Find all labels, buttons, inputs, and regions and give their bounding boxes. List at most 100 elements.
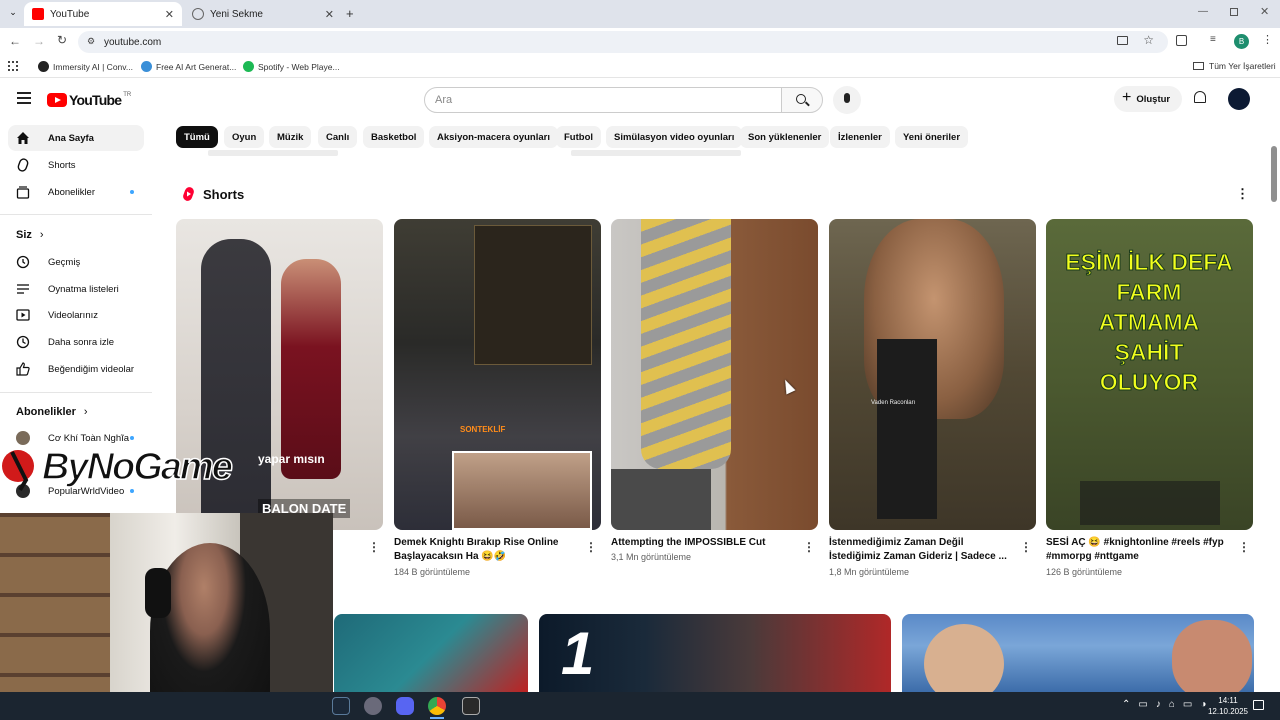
chip-gaming[interactable]: Oyun (224, 126, 265, 148)
new-tab-button[interactable]: + (346, 6, 354, 21)
hamburger-menu-icon[interactable] (17, 92, 31, 104)
video-thumbnail[interactable] (902, 614, 1254, 694)
chip-recently-uploaded[interactable]: Son yüklenenler (740, 126, 830, 148)
chip-watched[interactable]: İzlenenler (830, 126, 890, 148)
close-tab-icon[interactable]: ✕ (325, 8, 334, 21)
sidebar-item-home[interactable]: Ana Sayfa (8, 125, 144, 151)
chip-simulation[interactable]: Simülasyon video oyunları (606, 126, 743, 148)
youtube-favicon-icon (32, 8, 44, 20)
short-more-options-icon[interactable]: ⋮ (585, 540, 597, 554)
sidebar-section-you[interactable]: Siz › (16, 229, 44, 241)
page-scrollbar[interactable] (1271, 146, 1277, 202)
short-more-options-icon[interactable]: ⋮ (1238, 540, 1250, 554)
short-thumbnail[interactable]: Vaden Raconları (829, 219, 1036, 530)
youtube-logo[interactable]: YouTube TR (47, 92, 131, 108)
shorts-more-options-icon[interactable]: ⋮ (1236, 186, 1249, 202)
folder-icon (1193, 62, 1204, 70)
app-icon[interactable] (364, 697, 382, 715)
account-avatar[interactable] (1228, 88, 1250, 110)
install-app-icon[interactable] (1117, 36, 1128, 45)
sidebar-divider (0, 214, 152, 215)
history-icon (16, 255, 30, 269)
voice-search-button[interactable] (833, 86, 861, 114)
forward-icon[interactable]: → (33, 34, 45, 48)
address-bar[interactable]: ⚙ youtube.com ☆ (78, 31, 1168, 53)
sidebar-section-subscriptions[interactable]: Abonelikler › (16, 406, 88, 418)
short-thumbnail[interactable]: EŞİM İLK DEFA FARM ATMAMA ŞAHİT OLUYOR (1046, 219, 1253, 530)
search-input[interactable]: Ara (424, 87, 782, 113)
previous-row-meta (571, 150, 741, 156)
webcam-overlay (0, 513, 333, 720)
notifications-icon[interactable] (1253, 700, 1264, 710)
short-thumbnail[interactable]: SONTEKLİF (394, 219, 601, 530)
short-title[interactable]: İstenmediğimiz Zaman Değil İstediğimiz Z… (829, 536, 1009, 564)
tab-youtube[interactable]: YouTube ✕ (24, 2, 182, 26)
bookmark-star-icon[interactable]: ☆ (1143, 33, 1154, 47)
sidebar-item-history[interactable]: Geçmiş (8, 249, 144, 275)
search-button[interactable] (781, 87, 823, 113)
extensions-icon[interactable] (1176, 35, 1187, 46)
bynogame-brand-text: ByNoGame (41, 445, 233, 489)
close-tab-icon[interactable]: ✕ (165, 8, 174, 21)
steam-icon[interactable] (332, 697, 350, 715)
tab-label: YouTube (50, 8, 90, 20)
chip-new-to-you[interactable]: Yeni öneriler (895, 126, 969, 148)
short-title[interactable]: SESİ AÇ 😆 #knightonline #reels #fyp #mmo… (1046, 536, 1226, 564)
chip-live[interactable]: Canlı (318, 126, 358, 148)
discord-icon[interactable] (396, 697, 414, 715)
sidebar-item-subscriptions[interactable]: Abonelikler (8, 179, 144, 205)
watch-later-icon (16, 335, 30, 349)
sidebar-item-shorts[interactable]: Shorts (8, 152, 144, 178)
tab-new-tab[interactable]: Yeni Sekme ✕ (184, 2, 342, 26)
short-more-options-icon[interactable]: ⋮ (803, 540, 815, 554)
short-more-options-icon[interactable]: ⋮ (368, 540, 380, 554)
sidebar-item-your-videos[interactable]: Videolarınız (8, 302, 144, 328)
site-info-icon[interactable]: ⚙ (87, 36, 95, 47)
back-icon[interactable]: ← (9, 34, 21, 48)
reload-icon[interactable]: ↻ (57, 33, 67, 47)
browser-menu-icon[interactable]: ⋮ (1262, 33, 1273, 46)
short-overlay-text: Vaden Raconları (871, 400, 916, 406)
system-tray-icons[interactable]: ⌃▭♪⌂▭◑ (1122, 699, 1214, 710)
facecam-inset (452, 451, 592, 530)
minimize-window-button[interactable]: — (1198, 6, 1208, 17)
chip-all[interactable]: Tümü (176, 126, 218, 148)
thumbnail-number: 1 (561, 620, 595, 687)
chip-basketball[interactable]: Basketbol (363, 126, 425, 148)
browser-tab-bar: ⌄ YouTube ✕ Yeni Sekme ✕ + — ✕ (0, 0, 1280, 28)
video-thumbnail[interactable] (334, 614, 528, 694)
all-bookmarks[interactable]: Tüm Yer İşaretleri (1193, 61, 1276, 71)
chip-music[interactable]: Müzik (269, 126, 312, 148)
short-views: 3,1 Mn görüntüleme (611, 552, 692, 562)
app-icon[interactable] (462, 697, 480, 715)
ai-art-icon (141, 61, 152, 72)
drill-bit (641, 219, 731, 469)
create-button[interactable]: + Oluştur (1114, 86, 1182, 112)
sidebar-item-liked-videos[interactable]: Beğendiğim videolar (8, 356, 144, 382)
taskbar-clock[interactable]: 14:11 12.10.2025 (1208, 695, 1248, 717)
restore-window-button[interactable] (1230, 8, 1238, 16)
spotify-icon (243, 61, 254, 72)
short-more-options-icon[interactable]: ⋮ (1020, 540, 1032, 554)
short-title[interactable]: Attempting the IMPOSSIBLE Cut (611, 536, 791, 550)
notifications-bell-icon[interactable] (1194, 91, 1206, 103)
close-window-button[interactable]: ✕ (1260, 5, 1269, 18)
media-controls-icon[interactable]: ≡ (1210, 34, 1216, 45)
bookmark-spotify[interactable]: Spotify - Web Playe... (243, 61, 340, 72)
short-thumbnail[interactable] (611, 219, 818, 530)
clock-time: 14:11 (1218, 696, 1238, 705)
chip-football[interactable]: Futbol (556, 126, 602, 148)
video-thumbnail[interactable]: 1 (539, 614, 891, 694)
tab-label: Yeni Sekme (210, 8, 263, 20)
chrome-icon[interactable] (428, 697, 446, 715)
youtube-header: YouTube TR Ara + Oluştur (0, 80, 1280, 120)
profile-avatar[interactable]: B (1234, 34, 1249, 49)
sidebar-item-watch-later[interactable]: Daha sonra izle (8, 329, 144, 355)
apps-grid-icon[interactable] (8, 61, 18, 71)
bookmark-immersity[interactable]: Immersity AI | Conv... (38, 61, 133, 72)
short-title[interactable]: Demek Knightı Bırakıp Rise Online Başlay… (394, 536, 574, 564)
tab-list-button[interactable]: ⌄ (6, 7, 20, 21)
sidebar-item-playlists[interactable]: Oynatma listeleri (8, 276, 144, 302)
chip-action-adventure[interactable]: Aksiyon-macera oyunları (429, 126, 558, 148)
bookmark-free-ai-art[interactable]: Free AI Art Generat... (141, 61, 236, 72)
